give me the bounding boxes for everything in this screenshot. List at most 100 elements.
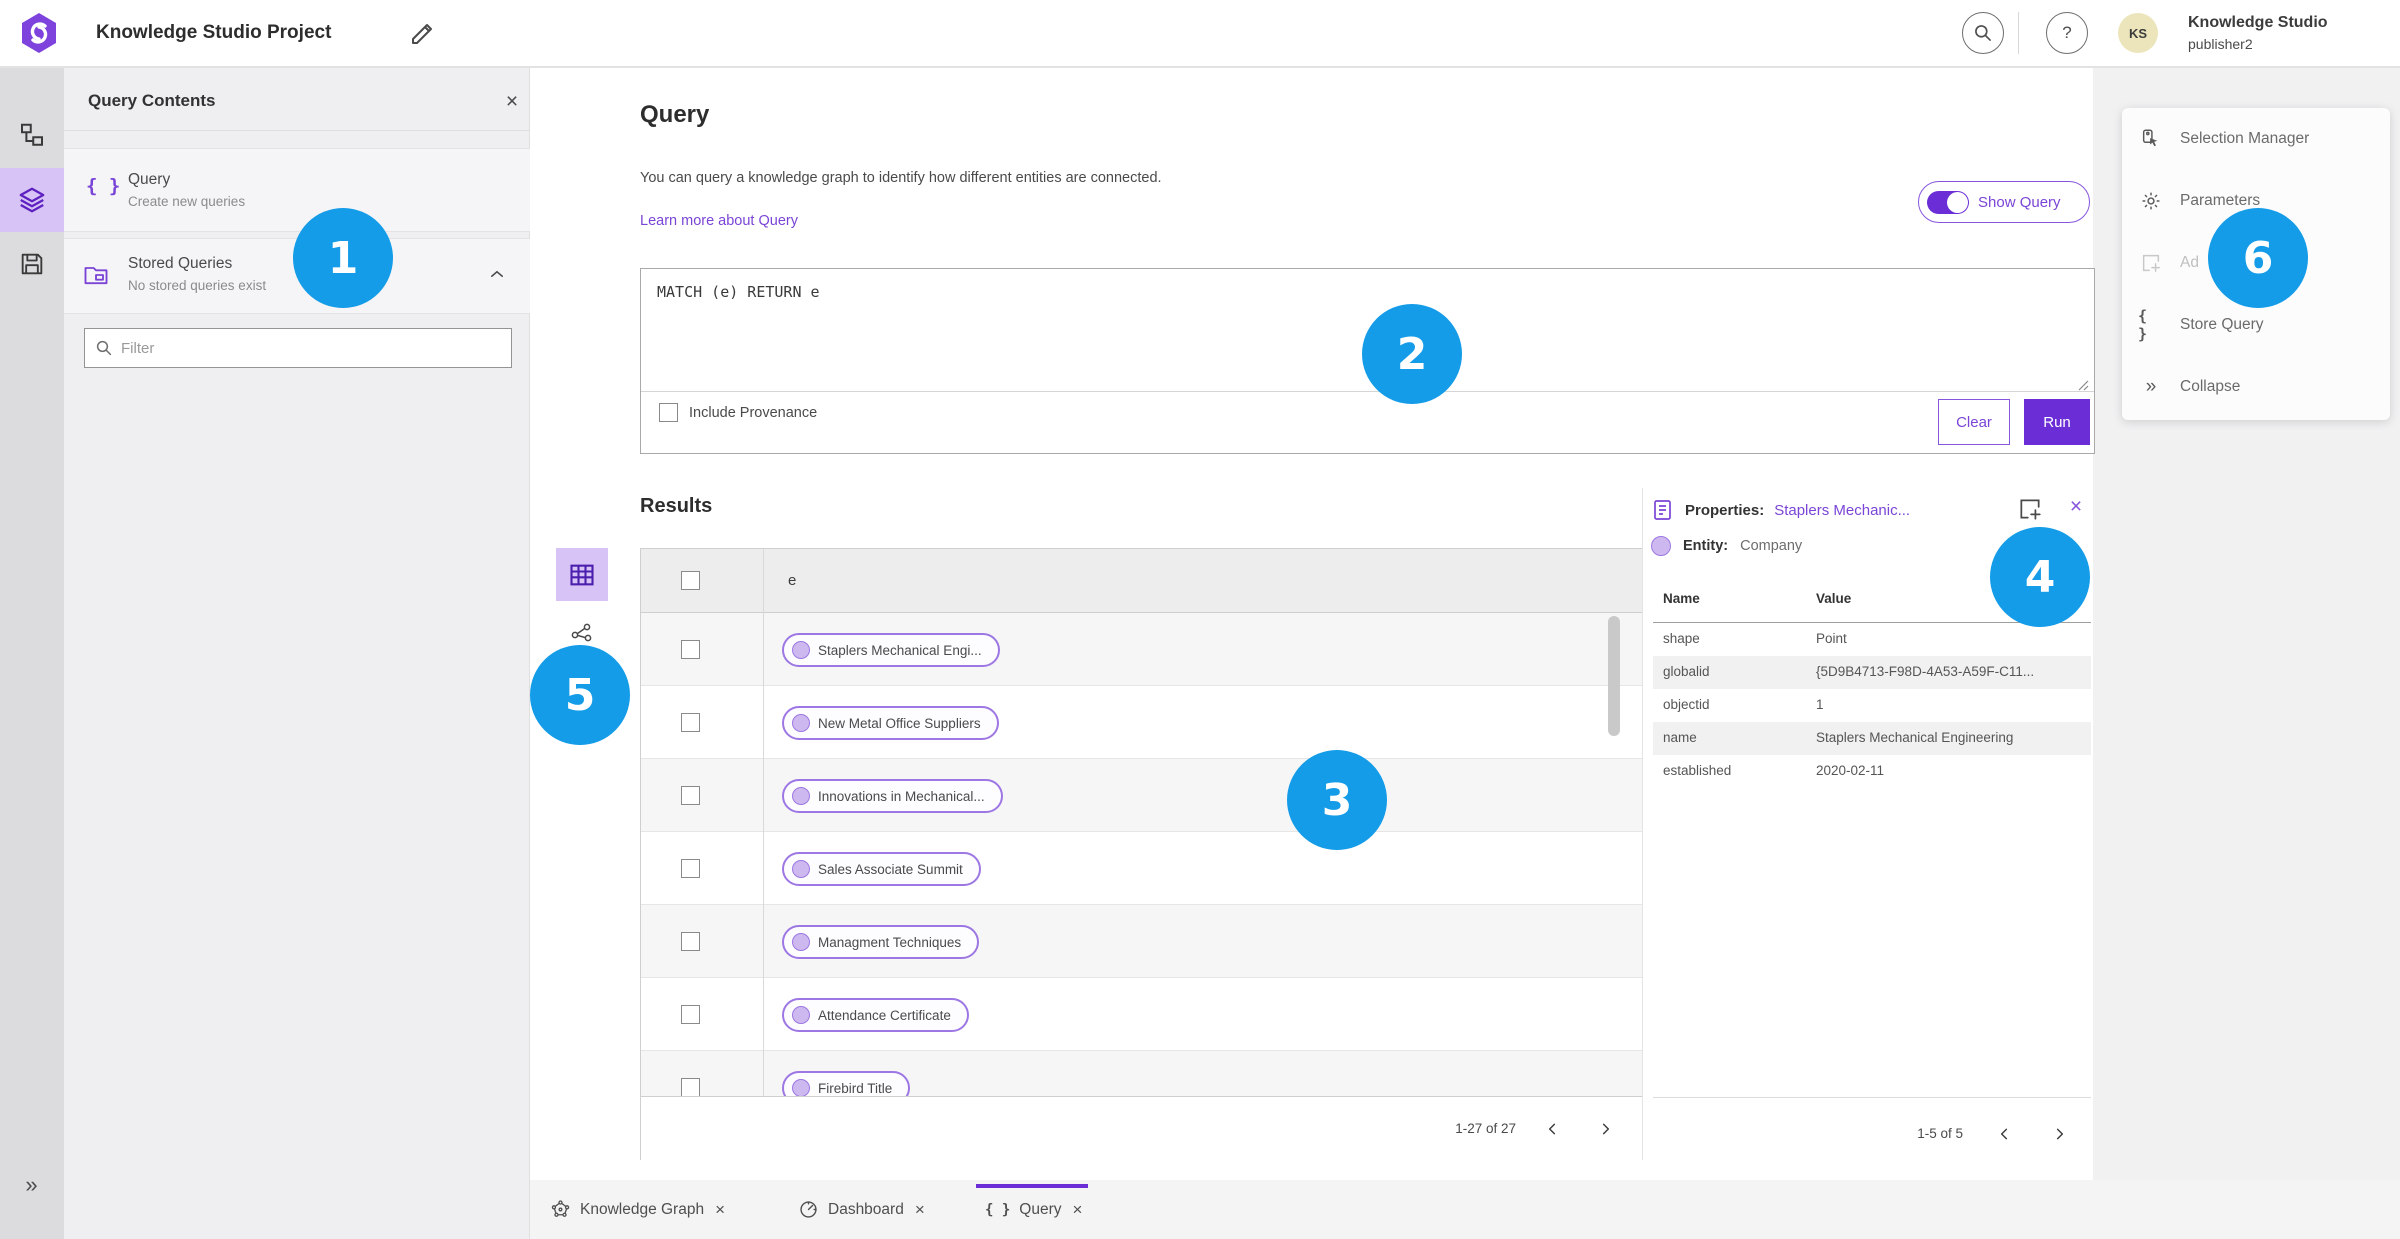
tab-dashboard[interactable]: Dashboard × xyxy=(798,1180,927,1239)
entity-chip[interactable]: Managment Techniques xyxy=(782,925,980,959)
entity-chip[interactable]: Staplers Mechanical Engi... xyxy=(782,633,1000,667)
properties-label: Properties: xyxy=(1685,501,1765,519)
table-row[interactable]: Sales Associate Summit xyxy=(641,832,1642,905)
row-checkbox[interactable] xyxy=(681,786,700,805)
entity-row: Entity: Company xyxy=(1651,536,1802,556)
entity-chip[interactable]: Sales Associate Summit xyxy=(782,852,981,886)
link-chart-icon xyxy=(571,623,592,642)
annotation-circle-2: 2 xyxy=(1362,304,1462,404)
results-title: Results xyxy=(640,495,713,517)
show-query-label: Show Query xyxy=(1978,193,2061,211)
sidebar-item-data-model[interactable] xyxy=(0,104,64,168)
add-to-map-icon[interactable] xyxy=(2017,496,2043,522)
menu-item-label: Collapse xyxy=(2180,378,2241,395)
close-panel-button[interactable]: × xyxy=(496,86,528,118)
row-checkbox[interactable] xyxy=(681,1078,700,1096)
table-row[interactable]: Attendance Certificate xyxy=(641,978,1642,1051)
row-checkbox[interactable] xyxy=(681,932,700,951)
braces-icon: { } xyxy=(2138,307,2148,343)
page-title: Query xyxy=(640,101,710,128)
props-prev-page-button[interactable] xyxy=(1991,1120,2019,1148)
stored-queries-filter xyxy=(84,328,512,368)
menu-item-label: Store Query xyxy=(2180,316,2264,333)
toggle-switch[interactable] xyxy=(1927,190,1969,214)
row-checkbox[interactable] xyxy=(681,859,700,878)
menu-item-selection-manager[interactable]: Selection Manager xyxy=(2122,108,2390,170)
entity-label: Entity: xyxy=(1683,538,1729,554)
expand-panel-button[interactable]: » xyxy=(0,1160,64,1210)
user-name: Knowledge Studio xyxy=(2188,14,2328,31)
table-row[interactable]: Innovations in Mechanical... xyxy=(641,759,1642,832)
entity-chip[interactable]: Firebird Title xyxy=(782,1071,911,1096)
table-row[interactable]: New Metal Office Suppliers xyxy=(641,686,1642,759)
double-chevron-icon: » xyxy=(25,1172,39,1197)
close-tab-icon[interactable]: × xyxy=(1071,1200,1085,1220)
stored-queries-title: Stored Queries xyxy=(128,255,233,272)
table-row[interactable]: Firebird Title xyxy=(641,1051,1642,1096)
entity-dot-icon xyxy=(792,1079,810,1096)
properties-header: Properties: Staplers Mechanic... xyxy=(1651,496,1910,524)
help-button[interactable]: ? xyxy=(2046,12,2088,54)
entity-chip[interactable]: New Metal Office Suppliers xyxy=(782,706,999,740)
row-checkbox[interactable] xyxy=(681,1005,700,1024)
close-properties-button[interactable]: × xyxy=(2061,492,2091,522)
stored-queries-folder-icon xyxy=(82,261,110,289)
value-column-header: Value xyxy=(1816,591,1852,606)
entity-chip[interactable]: Innovations in Mechanical... xyxy=(782,779,1003,813)
query-item-title: Query xyxy=(128,171,171,188)
table-scrollbar[interactable] xyxy=(1608,616,1620,736)
chevron-up-icon[interactable] xyxy=(488,265,506,283)
next-page-button[interactable] xyxy=(1591,1115,1619,1143)
tab-knowledge-graph[interactable]: Knowledge Graph × xyxy=(550,1180,727,1239)
question-icon: ? xyxy=(2062,23,2072,42)
avatar[interactable]: KS xyxy=(2118,13,2158,53)
filter-input[interactable] xyxy=(121,339,501,357)
chevron-left-icon xyxy=(2000,1128,2008,1140)
results-pagination-text: 1-27 of 27 xyxy=(1455,1121,1516,1136)
resize-handle[interactable] xyxy=(2077,379,2089,391)
topbar-divider xyxy=(2018,12,2019,54)
entity-dot-icon xyxy=(792,641,810,659)
run-button[interactable]: Run xyxy=(2024,399,2090,445)
close-tab-icon[interactable]: × xyxy=(913,1200,927,1220)
tab-query[interactable]: { } Query × xyxy=(985,1180,1084,1239)
entity-dot-icon xyxy=(792,860,810,878)
table-view-button[interactable] xyxy=(556,548,608,601)
show-query-toggle[interactable]: Show Query xyxy=(1918,181,2090,223)
table-row[interactable]: Managment Techniques xyxy=(641,905,1642,978)
query-item-subtitle: Create new queries xyxy=(128,194,246,209)
clear-button[interactable]: Clear xyxy=(1938,399,2010,445)
entity-dot-icon xyxy=(792,933,810,951)
row-checkbox[interactable] xyxy=(681,640,700,659)
annotation-circle-6: 6 xyxy=(2208,208,2308,308)
property-row: shape Point xyxy=(1663,631,1847,646)
menu-item-collapse[interactable]: » Collapse xyxy=(2122,356,2390,418)
table-row[interactable]: Staplers Mechanical Engi... xyxy=(641,613,1642,686)
props-next-page-button[interactable] xyxy=(2045,1120,2073,1148)
data-model-icon xyxy=(21,123,43,146)
learn-more-link[interactable]: Learn more about Query xyxy=(640,213,798,229)
search-button[interactable] xyxy=(1962,12,2004,54)
select-all-checkbox[interactable] xyxy=(681,571,700,590)
sidebar-item-contents[interactable] xyxy=(0,168,64,232)
save-icon xyxy=(21,253,43,275)
edit-title-icon[interactable] xyxy=(408,18,438,48)
properties-entity-link[interactable]: Staplers Mechanic... xyxy=(1774,502,1910,519)
sidebar-item-save[interactable] xyxy=(0,232,64,296)
row-checkbox[interactable] xyxy=(681,713,700,732)
include-provenance-checkbox[interactable] xyxy=(659,403,678,422)
knowledge-studio-app: Knowledge Studio Project ? KS Knowledge … xyxy=(0,0,2400,1239)
results-table: e Staplers Mechanical Engi... New Metal … xyxy=(640,548,1643,1160)
query-contents-item-query[interactable]: { } Query Create new queries xyxy=(64,148,530,232)
prev-page-button[interactable] xyxy=(1539,1115,1567,1143)
annotation-circle-3: 3 xyxy=(1287,750,1387,850)
column-divider xyxy=(763,549,764,1096)
close-tab-icon[interactable]: × xyxy=(713,1200,727,1220)
entity-chip[interactable]: Attendance Certificate xyxy=(782,998,969,1032)
search-icon xyxy=(1975,25,1991,41)
app-logo-icon[interactable] xyxy=(22,13,56,53)
query-editor-input[interactable]: MATCH (e) RETURN e xyxy=(657,283,820,301)
gear-icon xyxy=(2138,190,2164,212)
user-role: publisher2 xyxy=(2188,36,2253,52)
annotation-circle-5: 5 xyxy=(530,645,630,745)
